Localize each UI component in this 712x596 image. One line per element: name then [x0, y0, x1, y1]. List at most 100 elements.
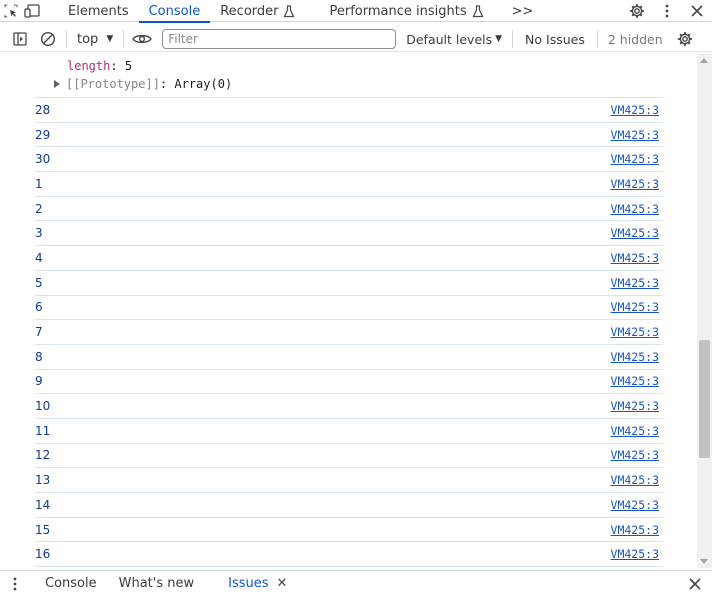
tab-console[interactable]: Console — [138, 0, 211, 23]
tab-elements[interactable]: Elements — [58, 0, 139, 22]
tab-console-label: Console — [148, 3, 201, 19]
more-tabs-button[interactable]: >> — [502, 0, 544, 22]
console-log-row: 5 VM425:3 — [35, 271, 663, 296]
console-log-row: 8 VM425:3 — [35, 345, 663, 370]
log-levels-label: Default levels — [406, 31, 493, 47]
close-icon[interactable] — [678, 577, 712, 590]
hidden-messages-count: 2 hidden — [602, 32, 669, 47]
toolbar-divider — [596, 30, 598, 48]
log-value: 13 — [35, 473, 51, 488]
console-log-row: 15 VM425:3 — [35, 518, 663, 543]
console-toolbar: top ▼ Default levels ▼ No Issues 2 hidde… — [0, 27, 712, 52]
log-value: 30 — [35, 152, 51, 167]
vertical-dots-icon[interactable] — [652, 0, 682, 22]
log-value: 10 — [35, 399, 51, 414]
console-log-row: 11 VM425:3 — [35, 419, 663, 444]
console-log-row: 28 VM425:3 — [35, 98, 663, 123]
log-source-link[interactable]: VM425:3 — [611, 448, 663, 462]
log-levels-dropdown[interactable]: Default levels ▼ — [400, 32, 508, 47]
log-source-link[interactable]: VM425:3 — [611, 251, 663, 265]
tab-elements-label: Elements — [68, 3, 129, 19]
tab-bar-actions — [622, 0, 712, 21]
console-log-row: 4 VM425:3 — [35, 246, 663, 271]
expand-triangle-icon[interactable] — [54, 80, 60, 88]
log-source-link[interactable]: VM425:3 — [611, 399, 663, 413]
log-source-link[interactable]: VM425:3 — [611, 374, 663, 388]
console-log-row: 29 VM425:3 — [35, 123, 663, 148]
gear-icon[interactable] — [622, 0, 652, 22]
device-toolbar-icon[interactable] — [22, 0, 44, 22]
drawer-tab-issues[interactable]: Issues ✕ — [217, 571, 298, 596]
console-log-row: 12 VM425:3 — [35, 444, 663, 469]
scrollbar-thumb[interactable] — [699, 340, 710, 458]
log-source-link[interactable]: VM425:3 — [611, 498, 663, 512]
log-source-link[interactable]: VM425:3 — [611, 276, 663, 290]
more-tabs-label: >> — [511, 3, 534, 19]
log-source-link[interactable]: VM425:3 — [611, 523, 663, 537]
log-source-link[interactable]: VM425:3 — [611, 152, 663, 166]
drawer-tab-bar: Console What's new Issues ✕ — [0, 570, 712, 596]
log-source-link[interactable]: VM425:3 — [611, 177, 663, 191]
live-expression-eye-icon[interactable] — [128, 27, 156, 51]
context-selector-value: top — [77, 31, 99, 47]
console-log-row: 10 VM425:3 — [35, 394, 663, 419]
scroll-down-arrow-icon[interactable] — [700, 559, 708, 564]
scroll-up-arrow-icon[interactable] — [700, 58, 708, 63]
console-log-row: 3 VM425:3 — [35, 221, 663, 247]
console-log-list: 28 VM425:3 29 VM425:3 30 VM425:3 1 VM425:3 2 VM42… — [35, 97, 663, 568]
console-log-row: 2 VM425:3 — [35, 197, 663, 222]
context-selector[interactable]: top ▼ — [71, 32, 119, 47]
drawer-tab-console[interactable]: Console — [34, 571, 108, 596]
log-source-link[interactable]: VM425:3 — [611, 325, 663, 339]
toolbar-divider — [512, 30, 514, 48]
flask-icon — [472, 4, 484, 18]
tab-recorder[interactable]: Recorder — [210, 0, 305, 22]
caret-down-icon: ▼ — [106, 34, 114, 44]
log-value: 1 — [35, 176, 43, 191]
tab-recorder-label: Recorder — [220, 3, 279, 19]
hidden-messages-label: 2 hidden — [607, 31, 663, 47]
prototype-value: Array(0) — [174, 77, 233, 91]
log-source-link[interactable]: VM425:3 — [611, 128, 663, 142]
sidebar-toggle-icon[interactable] — [6, 27, 34, 51]
tab-performance-insights-label: Performance insights — [329, 3, 467, 19]
inspect-element-icon[interactable] — [0, 0, 22, 22]
log-value: 5 — [35, 275, 43, 290]
issues-counter-button[interactable]: No Issues — [517, 32, 593, 47]
prototype-label: [[Prototype]] — [66, 77, 160, 91]
log-value: 14 — [35, 497, 51, 512]
close-tab-icon[interactable]: ✕ — [277, 576, 288, 591]
flask-icon — [283, 4, 295, 18]
issues-counter-label: No Issues — [525, 31, 585, 47]
console-log-row: 6 VM425:3 — [35, 296, 663, 321]
drawer-tab-whats-new[interactable]: What's new — [108, 571, 206, 596]
devtools-tab-bar: Elements Console Recorder Performance in… — [0, 0, 712, 23]
console-scrollbar[interactable] — [697, 54, 712, 568]
gear-icon[interactable] — [671, 27, 699, 51]
console-log-row: 1 VM425:3 — [35, 172, 663, 197]
log-source-link[interactable]: VM425:3 — [611, 300, 663, 314]
log-source-link[interactable]: VM425:3 — [611, 202, 663, 216]
close-icon[interactable] — [682, 0, 712, 22]
drawer-tab-console-label: Console — [45, 576, 97, 591]
drawer-tab-issues-label: Issues — [228, 576, 269, 591]
log-value: 9 — [35, 374, 43, 389]
tab-performance-insights[interactable]: Performance insights — [319, 0, 493, 22]
clear-console-icon[interactable] — [34, 27, 62, 51]
toolbar-divider — [123, 30, 125, 48]
console-log-row: 14 VM425:3 — [35, 493, 663, 518]
log-source-link[interactable]: VM425:3 — [611, 473, 663, 487]
log-source-link[interactable]: VM425:3 — [611, 424, 663, 438]
filter-input[interactable] — [162, 29, 397, 49]
log-source-link[interactable]: VM425:3 — [611, 103, 663, 117]
console-log-row: 7 VM425:3 — [35, 320, 663, 345]
log-value: 16 — [35, 547, 51, 562]
console-log-row: 30 VM425:3 — [35, 147, 663, 173]
vertical-dots-icon[interactable] — [0, 577, 30, 591]
log-source-link[interactable]: VM425:3 — [611, 547, 663, 561]
log-source-link[interactable]: VM425:3 — [611, 350, 663, 364]
console-output[interactable]: length: 5 [[Prototype]]: Array(0) 28 VM42… — [0, 54, 697, 568]
log-value: 4 — [35, 250, 43, 265]
object-prototype-row[interactable]: [[Prototype]]: Array(0) — [0, 75, 663, 93]
log-source-link[interactable]: VM425:3 — [611, 226, 663, 240]
